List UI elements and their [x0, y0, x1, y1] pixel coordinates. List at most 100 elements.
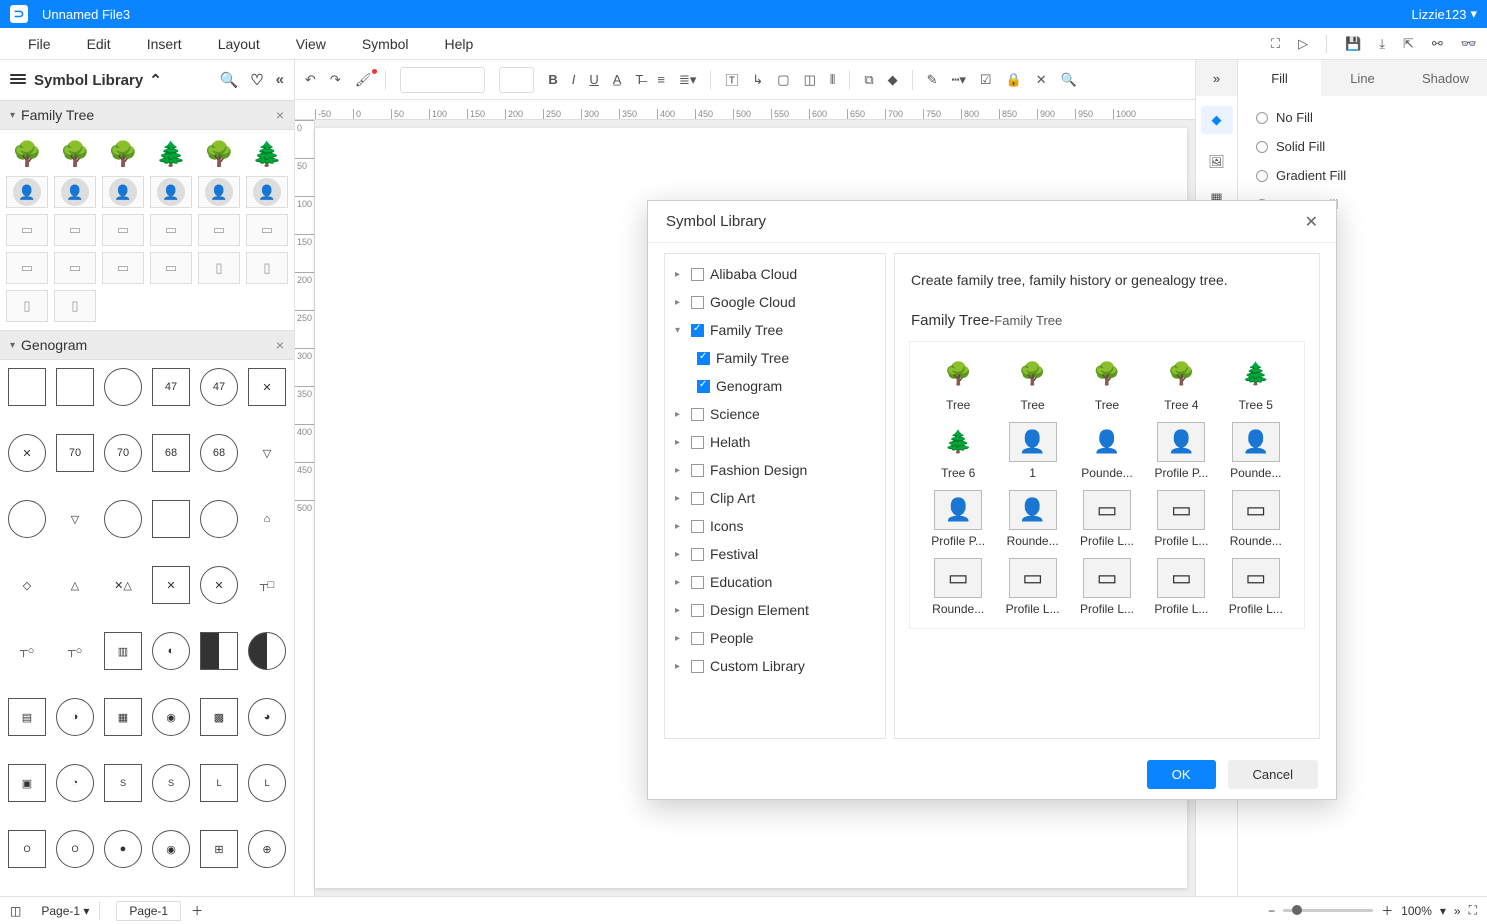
- symbol-thumb[interactable]: ▭: [54, 214, 96, 246]
- genogram-shape[interactable]: O: [56, 830, 94, 868]
- grid-cell[interactable]: 🌳Tree: [996, 354, 1068, 412]
- checkbox[interactable]: [691, 268, 704, 281]
- symbol-thumb[interactable]: 👤: [246, 176, 288, 208]
- grid-cell[interactable]: 🌳Tree: [1071, 354, 1143, 412]
- genogram-shape[interactable]: 47: [200, 368, 238, 406]
- genogram-shape[interactable]: ▣: [8, 764, 46, 802]
- symbol-thumb[interactable]: ▭: [198, 214, 240, 246]
- genogram-shape[interactable]: ✕: [200, 566, 238, 604]
- symbol-thumb[interactable]: 🌳: [54, 138, 96, 170]
- format-painter-icon[interactable]: 🖌: [355, 72, 372, 88]
- grid-cell[interactable]: ▭Profile L...: [996, 558, 1068, 616]
- heart-icon[interactable]: ♡: [250, 71, 263, 89]
- checkbox[interactable]: [691, 660, 704, 673]
- align-icon[interactable]: ≡: [657, 72, 665, 87]
- checkbox[interactable]: [691, 296, 704, 309]
- grid-cell[interactable]: 🌳Tree 4: [1145, 354, 1217, 412]
- zoom-level[interactable]: 100%: [1401, 904, 1432, 918]
- export-icon[interactable]: ⇱: [1403, 36, 1414, 52]
- tree-item[interactable]: ▸Festival: [671, 540, 879, 568]
- genogram-shape[interactable]: [56, 368, 94, 406]
- font-size-select[interactable]: [499, 67, 534, 93]
- genogram-shape[interactable]: ✕△: [104, 566, 142, 604]
- grid-cell[interactable]: ▭Profile L...: [1071, 490, 1143, 548]
- symbol-thumb[interactable]: ▯: [54, 290, 96, 322]
- genogram-shape[interactable]: ◔: [56, 764, 94, 802]
- tree-item[interactable]: ▾Family Tree: [671, 316, 879, 344]
- grid-cell[interactable]: ▭Profile L...: [1220, 558, 1292, 616]
- focus-icon[interactable]: ⛶: [1271, 36, 1280, 52]
- genogram-shape[interactable]: ◇: [8, 566, 46, 604]
- genogram-shape[interactable]: [104, 368, 142, 406]
- symbol-thumb[interactable]: ▭: [102, 252, 144, 284]
- align-objects-icon[interactable]: ⫴: [830, 72, 835, 88]
- pages-icon[interactable]: ◫: [10, 904, 21, 918]
- tree-item[interactable]: ▸Science: [671, 400, 879, 428]
- binoculars-icon[interactable]: 👓: [1461, 36, 1477, 52]
- pen-icon[interactable]: ✎: [927, 72, 938, 88]
- grid-cell[interactable]: ▭Profile L...: [1145, 490, 1217, 548]
- tree-item[interactable]: ▸People: [671, 624, 879, 652]
- symbol-thumb[interactable]: 🌳: [198, 138, 240, 170]
- genogram-shape[interactable]: 70: [104, 434, 142, 472]
- close-icon[interactable]: ×: [276, 337, 284, 353]
- genogram-shape[interactable]: ▦: [104, 698, 142, 736]
- menu-symbol[interactable]: Symbol: [344, 36, 427, 52]
- underline-icon[interactable]: U: [589, 72, 598, 87]
- font-color-icon[interactable]: A̲: [613, 72, 622, 87]
- fill-panel-icon[interactable]: ◆: [1201, 106, 1233, 134]
- symbol-thumb[interactable]: 🌲: [246, 138, 288, 170]
- symbol-thumb[interactable]: ▭: [246, 214, 288, 246]
- genogram-shape[interactable]: L: [248, 764, 286, 802]
- genogram-shape[interactable]: ◐: [152, 632, 190, 670]
- user-menu[interactable]: Lizzie123 ▾: [1412, 6, 1477, 22]
- page-selector[interactable]: Page-1 ▾: [31, 902, 100, 920]
- save-icon[interactable]: 💾: [1345, 36, 1361, 52]
- genogram-shape[interactable]: 70: [56, 434, 94, 472]
- genogram-shape[interactable]: ▽: [56, 500, 94, 538]
- expand-icon[interactable]: »: [1454, 904, 1461, 918]
- grid-cell[interactable]: 👤Profile P...: [922, 490, 994, 548]
- genogram-shape[interactable]: [152, 500, 190, 538]
- image-panel-icon[interactable]: 🖼: [1208, 154, 1225, 170]
- search-canvas-icon[interactable]: 🔍: [1061, 72, 1077, 88]
- bold-icon[interactable]: B: [548, 72, 557, 87]
- genogram-shape[interactable]: 68: [152, 434, 190, 472]
- symbol-thumb[interactable]: 👤: [6, 176, 48, 208]
- checkbox[interactable]: [691, 464, 704, 477]
- tree-subitem[interactable]: Family Tree: [671, 344, 879, 372]
- checkbox[interactable]: [691, 632, 704, 645]
- menu-view[interactable]: View: [278, 36, 344, 52]
- genogram-shape[interactable]: ✕: [152, 566, 190, 604]
- symbol-thumb[interactable]: ▭: [54, 252, 96, 284]
- check-icon[interactable]: ☑: [980, 72, 992, 88]
- close-icon[interactable]: ×: [276, 107, 284, 123]
- grid-cell[interactable]: 🌲Tree 6: [922, 422, 994, 480]
- grid-cell[interactable]: ▭Profile L...: [1145, 558, 1217, 616]
- genogram-shape[interactable]: ◉: [152, 698, 190, 736]
- zoom-slider[interactable]: [1283, 909, 1373, 912]
- search-icon[interactable]: 🔍: [220, 71, 239, 89]
- tree-item[interactable]: ▸Alibaba Cloud: [671, 260, 879, 288]
- genogram-shape[interactable]: ┬○: [8, 632, 46, 670]
- undo-icon[interactable]: ↶: [305, 72, 316, 88]
- symbol-thumb[interactable]: ▯: [246, 252, 288, 284]
- line-style-icon[interactable]: ┅▾: [952, 72, 966, 88]
- genogram-shape[interactable]: ┬□: [248, 566, 286, 604]
- connector-icon[interactable]: ↳: [752, 72, 763, 88]
- grid-cell[interactable]: 👤1: [996, 422, 1068, 480]
- group-icon[interactable]: ⧉: [864, 72, 873, 88]
- genogram-shape[interactable]: ◉: [152, 830, 190, 868]
- genogram-shape[interactable]: 47: [152, 368, 190, 406]
- symbol-thumb[interactable]: 🌲: [150, 138, 192, 170]
- genogram-shape[interactable]: [8, 368, 46, 406]
- checkbox[interactable]: [697, 352, 710, 365]
- font-family-select[interactable]: [400, 67, 485, 93]
- tab-line[interactable]: Line: [1321, 60, 1404, 96]
- tree-item[interactable]: ▸Design Element: [671, 596, 879, 624]
- tree-item[interactable]: ▸Fashion Design: [671, 456, 879, 484]
- italic-icon[interactable]: I: [572, 72, 576, 87]
- tree-item[interactable]: ▸Clip Art: [671, 484, 879, 512]
- grid-cell[interactable]: 👤Profile P...: [1145, 422, 1217, 480]
- menu-insert[interactable]: Insert: [129, 36, 200, 52]
